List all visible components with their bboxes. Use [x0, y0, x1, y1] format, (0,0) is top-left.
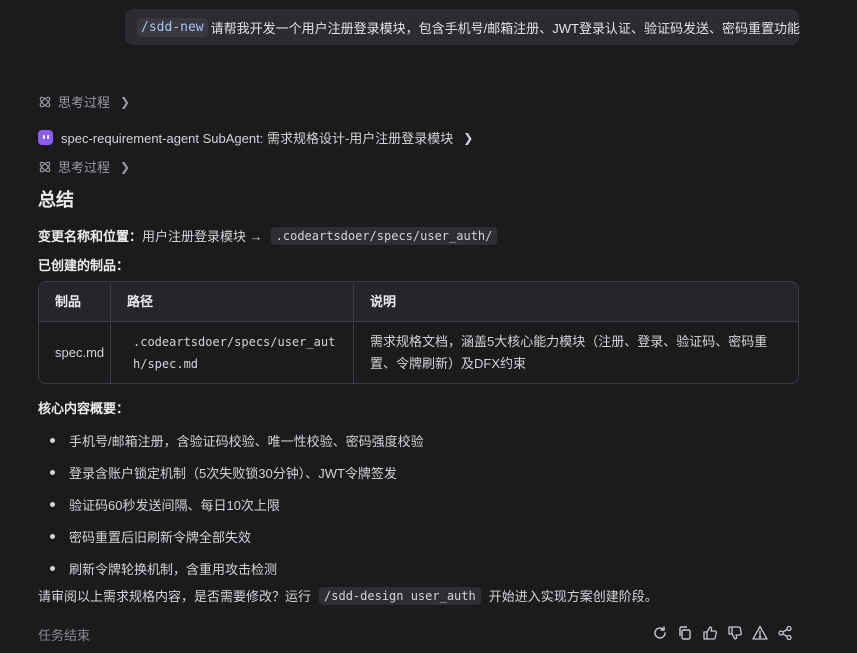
- subagent-row[interactable]: spec-requirement-agent SubAgent: 需求规格设计-…: [38, 128, 473, 147]
- message-actions: [651, 624, 801, 642]
- header-path: 路径: [111, 282, 354, 321]
- share-icon[interactable]: [776, 624, 794, 642]
- chevron-right-icon: ❯: [120, 94, 131, 109]
- core-list: 手机号/邮箱注册，含验证码校验、唯一性校验、密码强度校验 登录含账户锁定机制（5…: [50, 424, 424, 584]
- header-artifact: 制品: [39, 282, 111, 321]
- user-message-bubble: /sdd-new 请帮我开发一个用户注册登录模块，包含手机号/邮箱注册、JWT登…: [125, 9, 800, 45]
- bullet-dot: [50, 533, 55, 539]
- chevron-right-icon: ❯: [463, 130, 474, 145]
- change-line: 变更名称和位置： 用户注册登录模块 → .codeartsdoer/specs/…: [38, 226, 498, 245]
- list-item: 登录含账户锁定机制（5次失败锁30分钟）、JWT令牌签发: [50, 456, 424, 488]
- bullet-dot: [50, 565, 55, 571]
- cell-path: .codeartsdoer/specs/user_auth/spec.md: [111, 322, 354, 383]
- bullet-dot: [50, 437, 55, 443]
- atom-icon: [39, 161, 51, 172]
- cell-artifact: spec.md: [39, 322, 111, 383]
- closing-command: /sdd-design user_auth: [319, 586, 481, 605]
- core-heading: 核心内容概要：: [38, 398, 129, 417]
- command-chip: /sdd-new: [137, 17, 208, 37]
- bullet-dot: [50, 469, 55, 475]
- list-item-text: 验证码60秒发送间隔、每日10次上限: [69, 497, 280, 513]
- thumbs-up-icon[interactable]: [701, 624, 719, 642]
- artifacts-heading: 已创建的制品：: [38, 255, 129, 274]
- copy-icon[interactable]: [676, 624, 694, 642]
- bullet-dot: [50, 501, 55, 507]
- summary-title: 总结: [38, 190, 74, 210]
- subagent-label: spec-requirement-agent SubAgent: 需求规格设计-…: [61, 131, 454, 146]
- thinking-label: 思考过程: [58, 160, 111, 175]
- list-item-text: 手机号/邮箱注册，含验证码校验、唯一性校验、密码强度校验: [69, 433, 424, 449]
- core-label: 核心内容概要：: [38, 401, 130, 416]
- refresh-icon[interactable]: [651, 624, 669, 642]
- thinking-toggle-2[interactable]: 思考过程 ❯: [38, 157, 130, 176]
- change-path: .codeartsdoer/specs/user_auth/: [270, 226, 498, 245]
- change-text: 用户注册登录模块 →: [142, 229, 263, 244]
- thinking-label: 思考过程: [58, 95, 111, 110]
- artifacts-table: 制品 路径 说明 spec.md .codeartsdoer/specs/use…: [38, 281, 799, 384]
- chevron-right-icon: ❯: [120, 159, 131, 174]
- closing-line: 请审阅以上需求规格内容，是否需要修改？运行 /sdd-design user_a…: [38, 586, 658, 605]
- thinking-toggle-1[interactable]: 思考过程 ❯: [38, 92, 130, 111]
- table-header: 制品 路径 说明: [39, 282, 798, 322]
- thumbs-down-icon[interactable]: [726, 624, 744, 642]
- list-item-text: 密码重置后旧刷新令牌全部失效: [69, 529, 252, 545]
- list-item: 手机号/邮箱注册，含验证码校验、唯一性校验、密码强度校验: [50, 424, 424, 456]
- closing-after: 开始进入实现方案创建阶段。: [488, 589, 658, 604]
- bot-icon: [38, 130, 53, 145]
- change-label: 变更名称和位置：: [38, 229, 143, 244]
- table-row: spec.md .codeartsdoer/specs/user_auth/sp…: [39, 322, 798, 383]
- warning-icon[interactable]: [751, 624, 769, 642]
- list-item: 验证码60秒发送间隔、每日10次上限: [50, 488, 424, 520]
- list-item-text: 刷新令牌轮换机制，含重用攻击检测: [69, 561, 278, 577]
- list-item-text: 登录含账户锁定机制（5次失败锁30分钟）、JWT令牌签发: [69, 465, 397, 481]
- artifacts-label: 已创建的制品：: [38, 258, 130, 273]
- list-item: 刷新令牌轮换机制，含重用攻击检测: [50, 552, 424, 584]
- closing-before: 请审阅以上需求规格内容，是否需要修改？运行: [38, 589, 312, 604]
- task-status: 任务结束: [38, 628, 91, 643]
- user-message-text: 请帮我开发一个用户注册登录模块，包含手机号/邮箱注册、JWT登录认证、验证码发送…: [210, 20, 800, 36]
- atom-icon: [39, 96, 51, 107]
- header-desc: 说明: [370, 293, 397, 309]
- list-item: 密码重置后旧刷新令牌全部失效: [50, 520, 424, 552]
- cell-desc: 需求规格文档，涵盖5大核心能力模块（注册、登录、验证码、密码重置、令牌刷新）及D…: [370, 334, 768, 371]
